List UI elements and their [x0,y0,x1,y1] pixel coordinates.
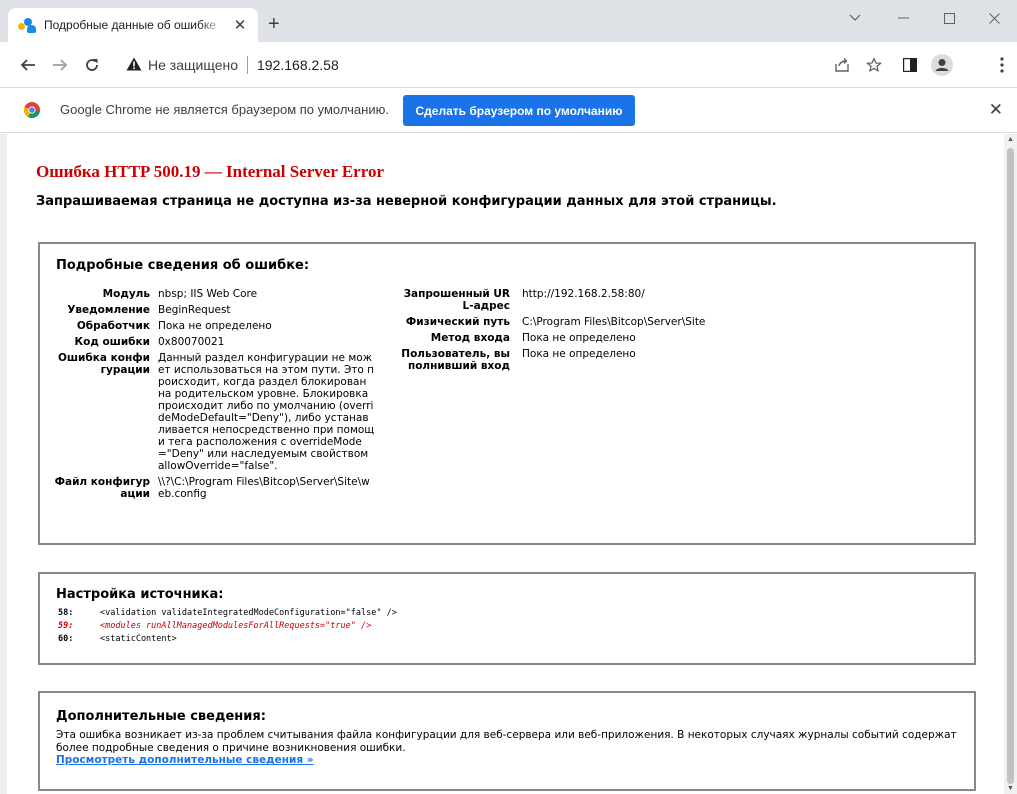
line-code: <modules runAllManagedModulesForAllReque… [100,621,372,631]
detail-key: Модуль [102,288,150,300]
warning-icon[interactable] [126,57,142,74]
detail-row: Метод входа Пока не определено [400,332,920,344]
detail-row: Модуль nbsp; IIS Web Core [54,288,384,300]
line-number: 60: [58,634,74,644]
forward-button[interactable] [48,53,72,77]
set-default-browser-button[interactable]: Сделать браузером по умолчанию [403,95,635,126]
code-line-highlighted: 59: <modules runAllManagedModulesForAllR… [58,620,397,633]
browser-toolbar: Не защищено 192.168.2.58 [0,42,1017,88]
tab-close-icon[interactable]: ✕ [232,16,248,34]
detail-key: Пользователь, выполнивший вход [401,348,510,372]
details-heading: Подробные сведения об ошибке: [56,258,310,273]
new-tab-button[interactable]: + [268,14,280,34]
more-info-link[interactable]: Просмотреть дополнительные сведения » [56,754,314,766]
detail-value: nbsp; IIS Web Core [158,288,258,300]
detail-row: Файл конфигурации \\?\C:\Program Files\B… [54,476,384,500]
address-separator [247,56,248,74]
vertical-scrollbar[interactable]: ▲ ▼ [1004,134,1017,794]
detail-row: Уведомление BeginRequest [54,304,384,316]
source-code: 58: <validation validateIntegratedModeCo… [58,607,397,646]
detail-row: Код ошибки 0x80070021 [54,336,384,348]
detail-value: C:\Program Files\Bitcop\Server\Site [522,316,706,328]
profile-avatar-icon[interactable] [930,53,954,77]
tab-search-icon[interactable] [832,0,878,36]
detail-value: Пока не определено [158,320,272,332]
error-details-box: Подробные сведения об ошибке: Модуль nbs… [38,242,976,545]
address-url[interactable]: 192.168.2.58 [257,57,339,73]
users-favicon-icon [18,17,36,33]
config-source-box: Настройка источника: 58: <validation val… [38,572,976,665]
error-subtitle: Запрашиваемая страница не доступна из-за… [36,194,777,209]
detail-key: Обработчик [76,320,150,332]
scrollbar-thumb[interactable] [1007,148,1014,784]
detail-row: Ошибка конфигурации Данный раздел конфиг… [54,352,384,472]
tab-strip: Подробные данные об ошибке ✕ + [0,0,1017,42]
more-info-heading: Дополнительные сведения: [56,709,266,724]
detail-row: Запрошенный URL-адрес http://192.168.2.5… [400,288,920,312]
error-title: Ошибка HTTP 500.19 — Internal Server Err… [36,162,385,181]
detail-key: Уведомление [67,304,150,316]
close-window-button[interactable] [971,0,1017,36]
detail-key: Запрошенный URL-адрес [403,288,510,312]
detail-key: Ошибка конфигурации [57,352,150,376]
detail-row: Обработчик Пока не определено [54,320,384,332]
detail-value: \\?\C:\Program Files\Bitcop\Server\Site\… [158,476,370,500]
page-viewport: Ошибка HTTP 500.19 — Internal Server Err… [0,134,1017,794]
detail-value: Данный раздел конфигурации не может испо… [158,352,375,472]
code-line: 58: <validation validateIntegratedModeCo… [58,607,397,620]
detail-key: Физический путь [405,316,510,328]
line-code: <staticContent> [100,634,177,644]
detail-value: 0x80070021 [158,336,225,348]
line-number: 58: [58,608,74,618]
detail-value: BeginRequest [158,304,231,316]
detail-value: http://192.168.2.58:80/ [522,288,645,300]
chrome-logo-icon [24,102,40,118]
maximize-button[interactable] [926,0,972,36]
detail-row: Пользователь, выполнивший вход Пока не о… [400,348,920,372]
tab-title: Подробные данные об ошибке [44,18,216,32]
detail-row: Физический путь C:\Program Files\Bitcop\… [400,316,920,328]
detail-key: Файл конфигурации [54,476,150,500]
side-panel-icon[interactable] [898,53,922,77]
detail-value: Пока не определено [522,332,636,344]
share-icon[interactable] [830,53,854,77]
back-button[interactable] [16,53,40,77]
detail-value: Пока не определено [522,348,636,360]
scroll-up-icon[interactable]: ▲ [1007,136,1014,143]
security-status[interactable]: Не защищено [148,57,238,73]
menu-kebab-icon[interactable] [990,53,1014,77]
code-line: 60: <staticContent> [58,633,397,646]
more-info-box: Дополнительные сведения: Эта ошибка возн… [38,691,976,791]
line-number: 59: [58,621,74,631]
tab-error-details[interactable]: Подробные данные об ошибке ✕ [8,8,258,42]
detail-key: Метод входа [430,332,510,344]
minimize-button[interactable] [880,0,926,36]
infobar-close-icon[interactable]: ✕ [989,100,1003,120]
reload-button[interactable] [80,53,104,77]
bookmark-star-icon[interactable] [862,53,886,77]
default-browser-infobar: Google Chrome не является браузером по у… [0,88,1017,133]
source-heading: Настройка источника: [56,587,224,602]
detail-key: Код ошибки [74,336,150,348]
details-right-table: Запрошенный URL-адрес http://192.168.2.5… [400,288,920,376]
infobar-message: Google Chrome не является браузером по у… [60,102,389,117]
details-left-table: Модуль nbsp; IIS Web Core Уведомление Be… [54,288,384,504]
line-code: <validation validateIntegratedModeConfig… [100,608,397,618]
scroll-down-icon[interactable]: ▼ [1007,785,1014,792]
more-info-text: Эта ошибка возникает из-за проблем считы… [56,729,957,754]
